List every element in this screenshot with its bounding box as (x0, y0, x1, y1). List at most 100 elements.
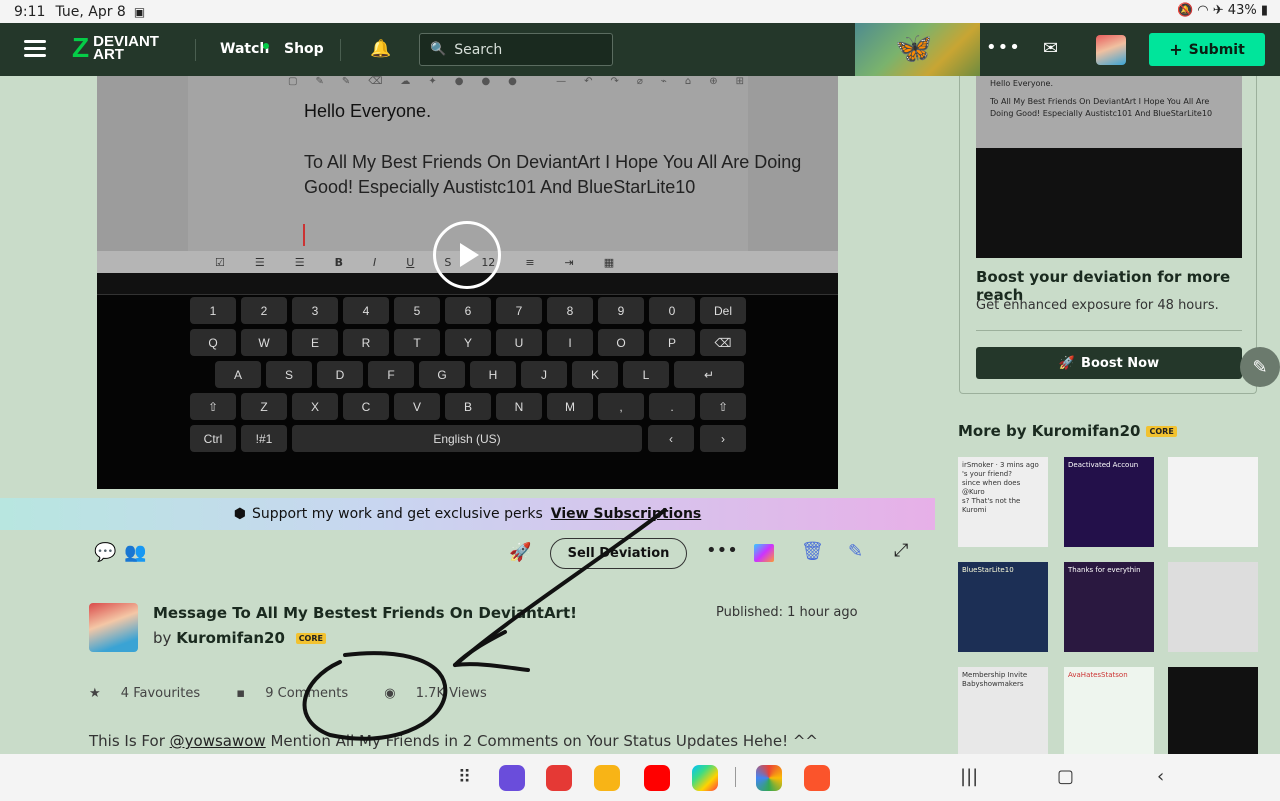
more-actions-icon[interactable]: ••• (706, 540, 738, 561)
star-icon: ★ (89, 686, 105, 701)
deviantart-logo[interactable]: Z DEVIANT ART (72, 34, 159, 63)
desc-text: This Is For (89, 732, 170, 750)
more-by-thumbnail[interactable]: Deactivated Accoun (1064, 457, 1154, 547)
comments-stat[interactable]: ▪ 9 Comments (236, 686, 364, 701)
divider (195, 39, 196, 61)
keyboard-key: ⌫ (700, 329, 746, 356)
more-by-thumbnail[interactable]: BlueStarLite10 (958, 562, 1048, 652)
groups-icon[interactable]: 👥 (124, 542, 146, 563)
keyboard-key: 6 (445, 297, 491, 324)
author-avatar[interactable] (89, 603, 138, 652)
app-drawer-icon[interactable]: ⠿ (458, 767, 471, 788)
views-stat: ◉ 1.7K Views (384, 686, 502, 701)
boost-card: Hello Everyone. To All My Best Friends O… (959, 76, 1257, 394)
sell-deviation-button[interactable]: Sell Deviation (550, 538, 687, 569)
thumbnail-doc: Hello Everyone. To All My Best Friends O… (976, 76, 1242, 148)
numbered-list-icon: ☰ (254, 255, 265, 269)
notifications-bell-icon[interactable]: 🔔 (370, 39, 391, 59)
keyboard-key: 5 (394, 297, 440, 324)
watch-link[interactable]: Watch (220, 41, 269, 57)
keyboard-key: 3 (292, 297, 338, 324)
more-by-thumbnail[interactable] (1168, 667, 1258, 757)
more-by-thumbnail[interactable] (1168, 457, 1258, 547)
keyboard-key: Del (700, 297, 746, 324)
boost-rocket-icon[interactable]: 🚀 (509, 542, 531, 563)
core-badge: CORE (1146, 426, 1177, 437)
favourites-count: 4 Favourites (120, 686, 201, 701)
boost-now-button[interactable]: 🚀 Boost Now (976, 347, 1242, 379)
keyboard-screenshot: 1 2 3 4 5 6 7 8 9 0 Del Q W E R T Y U I O P ⌫ A S D F G H J K L ↵ ⇧ Z X C V B… (97, 273, 838, 489)
mention-link[interactable]: @yowsawow (170, 732, 266, 750)
notes-app-icon[interactable] (546, 765, 572, 791)
more-options-icon[interactable]: ••• (986, 37, 1021, 58)
keyboard-key: K (572, 361, 618, 388)
by-label: by (153, 629, 172, 647)
underline-icon: U (406, 255, 415, 269)
divider (976, 330, 1242, 331)
author-link[interactable]: Kuromifan20 (176, 629, 285, 647)
comments-count: 9 Comments (265, 686, 349, 701)
keyboard-key: W (241, 329, 287, 356)
deviation-title: Message To All My Bestest Friends On Dev… (153, 604, 577, 622)
delete-icon[interactable]: 🗑 (801, 541, 824, 562)
hamburger-menu-icon[interactable] (24, 40, 46, 58)
more-by-thumbnail[interactable]: Thanks for everythin (1064, 562, 1154, 652)
keyboard-key: O (598, 329, 644, 356)
youtube-app-icon[interactable] (644, 765, 670, 791)
play-button-icon[interactable] (433, 221, 501, 289)
view-subscriptions-link[interactable]: View Subscriptions (551, 506, 702, 522)
keyboard-key: D (317, 361, 363, 388)
android-nav-bar: ⠿ ||| ▢ ‹ (0, 754, 1280, 801)
watch-notification-dot (263, 43, 269, 49)
more-by-thumbnail[interactable]: Membership Invite Babyshowmakers (958, 667, 1048, 757)
keyboard-key: English (US) (292, 425, 642, 452)
more-by-thumbnail[interactable]: AvaHatesStatson (1064, 667, 1154, 757)
byline: by Kuromifan20 CORE (153, 629, 326, 647)
shop-link[interactable]: Shop (284, 41, 324, 57)
play-store-app-icon[interactable] (692, 765, 718, 791)
more-by-thumbnail[interactable]: irSmoker · 3 mins ago 's your friend? si… (958, 457, 1048, 547)
keyboard-key: E (292, 329, 338, 356)
search-input[interactable]: 🔍 Search (419, 33, 613, 66)
home-icon[interactable]: ▢ (1057, 766, 1074, 787)
photos-app-icon[interactable] (756, 765, 782, 791)
profile-banner-image[interactable]: 🦋 (855, 23, 980, 76)
more-by-thumbnail[interactable] (1168, 562, 1258, 652)
comment-icon[interactable]: 💬 (94, 542, 116, 563)
keyboard-key: G (419, 361, 465, 388)
search-placeholder: Search (454, 41, 503, 58)
deviation-description: This Is For @yowsawow Mention All My Fri… (89, 732, 818, 750)
more-by-heading: More by Kuromifan20 CORE (958, 422, 1177, 440)
clock: 9:11 (14, 3, 46, 20)
favourites-stat[interactable]: ★ 4 Favourites (89, 686, 216, 701)
keyboard-key: T (394, 329, 440, 356)
files-app-icon[interactable] (594, 765, 620, 791)
edit-icon[interactable]: ✎ (848, 541, 863, 562)
battery-level: 43% (1227, 3, 1257, 18)
badge-icon: ⬢ (233, 506, 246, 522)
mail-icon[interactable]: ✉ (1043, 38, 1058, 59)
video-player[interactable]: ▢✎✎⌫☁✦●●● —↶↷⌀⌁⌂⊕⊞ Hello Everyone. To Al… (97, 76, 838, 489)
top-navigation: Z DEVIANT ART Watch Shop 🔔 🔍 Search 🦋 •••… (0, 23, 1280, 76)
edit-fab-icon[interactable]: ✎ (1240, 347, 1280, 387)
back-icon[interactable]: ‹ (1157, 766, 1164, 787)
date: Tue, Apr 8 (55, 3, 126, 20)
keyboard-key: I (547, 329, 593, 356)
submit-button[interactable]: + Submit (1149, 33, 1265, 66)
keyboard-key: L (623, 361, 669, 388)
bullet-list-icon: ☰ (294, 255, 305, 269)
keyboard-key: › (700, 425, 746, 452)
search-icon: 🔍 (430, 42, 447, 57)
doc-body: To All My Best Friends On DeviantArt I H… (304, 152, 802, 197)
italic-icon: I (373, 255, 377, 269)
recents-icon[interactable]: ||| (960, 766, 978, 787)
messages-app-icon[interactable] (499, 765, 525, 791)
doc-toolbar: ▢✎✎⌫☁✦●●● —↶↷⌀⌁⌂⊕⊞ (288, 76, 762, 87)
fullscreen-icon[interactable]: ⤢ (894, 540, 908, 561)
keyboard-key: 1 (190, 297, 236, 324)
user-avatar[interactable] (1096, 35, 1126, 65)
keyboard-key: F (368, 361, 414, 388)
gradient-icon[interactable] (754, 544, 774, 562)
brave-app-icon[interactable] (804, 765, 830, 791)
keyboard-key: X (292, 393, 338, 420)
